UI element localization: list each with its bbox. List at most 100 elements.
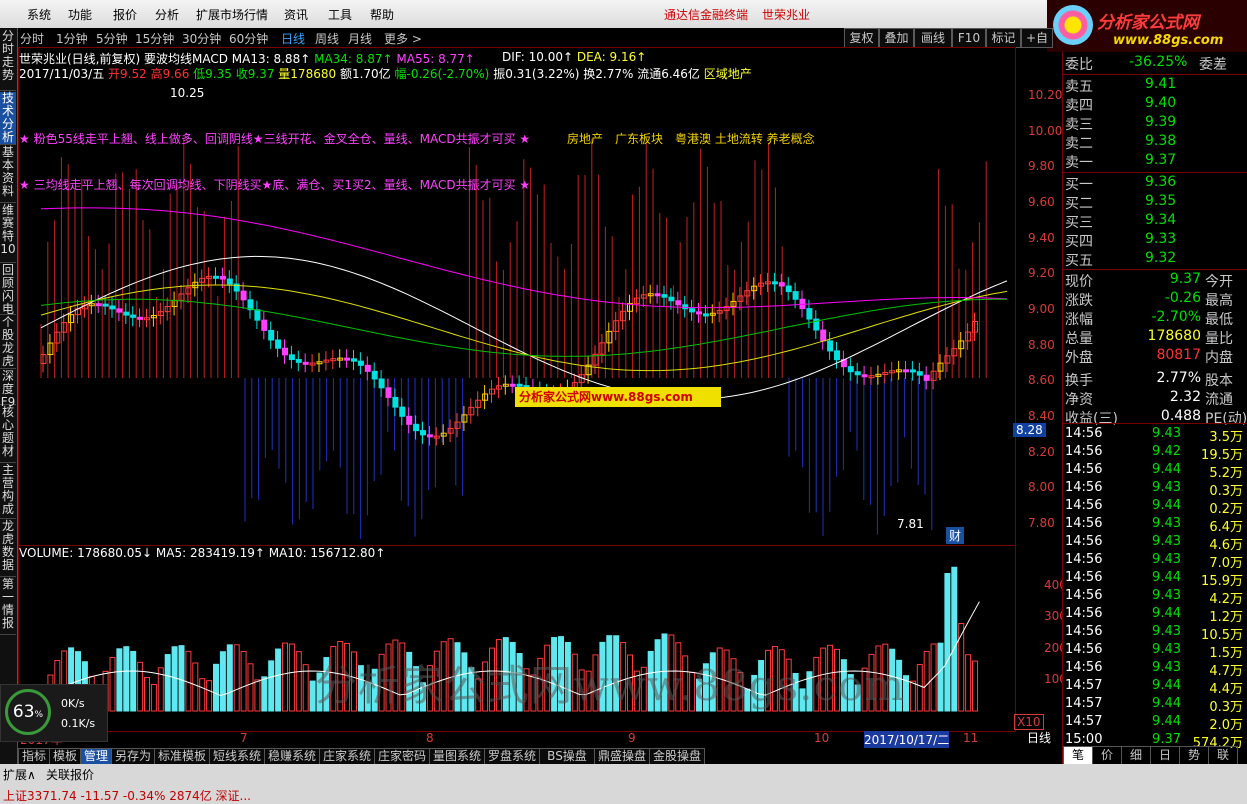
tick-volume: 5.2万 — [1209, 466, 1243, 481]
toolbar-button-1[interactable]: 叠加 — [879, 28, 914, 48]
quote-tab-5[interactable]: 联 — [1208, 746, 1238, 765]
price-tick: 8.00 — [1028, 480, 1055, 495]
candle-body — [675, 300, 682, 306]
quote-tab-1[interactable]: 价 — [1092, 746, 1122, 765]
left-tab-4[interactable]: 回顾闪电 — [0, 264, 16, 316]
tick-price: 9.42 — [1152, 444, 1181, 459]
template-tab-6[interactable]: 稳赚系统 — [264, 748, 320, 765]
template-tab-13[interactable]: 金股操盘 — [649, 748, 705, 765]
left-tab-10[interactable]: 第一情报 — [0, 578, 16, 635]
toolbar-button-3[interactable]: F10 — [952, 28, 986, 48]
date-tick: 8 — [426, 731, 434, 745]
menu-news[interactable]: 资讯 — [284, 6, 308, 23]
left-tab-7[interactable]: 核心题材 — [0, 406, 16, 463]
template-tab-10[interactable]: 罗盘系统 — [484, 748, 540, 765]
stat-label-right: 内盘 — [1205, 350, 1233, 366]
template-tab-9[interactable]: 量图系统 — [429, 748, 485, 765]
left-tab-3[interactable]: 维赛特10 — [0, 204, 16, 263]
tick-volume: 3.5万 — [1209, 430, 1243, 445]
period-tab-1[interactable]: 1分钟 — [56, 30, 88, 47]
candle-body — [916, 371, 923, 376]
bar-date: 2017/11/03/五 — [19, 67, 105, 81]
template-tab-12[interactable]: 鼎盛操盘 — [594, 748, 650, 765]
menu-help[interactable]: 帮助 — [370, 6, 394, 23]
template-tab-4[interactable]: 标准模板 — [154, 748, 210, 765]
period-label-bottom[interactable]: 日线 — [1022, 731, 1056, 746]
candle-body — [682, 304, 689, 310]
volume-bar — [958, 623, 965, 712]
highlight-date: 2017/10/17/二 — [864, 731, 950, 748]
candle-body — [661, 294, 668, 298]
ask-label: 卖二 — [1065, 136, 1093, 152]
period-tab-6[interactable]: 日线 — [281, 30, 305, 47]
bar-turnover: 换2.77% — [583, 67, 634, 81]
bar-open: 开9.52 — [108, 67, 147, 81]
menu-function[interactable]: 功能 — [68, 6, 92, 23]
candle-body — [771, 281, 778, 285]
menu-analysis[interactable]: 分析 — [155, 6, 179, 23]
expand-button[interactable]: 扩展∧ — [3, 766, 36, 783]
toolbar-button-4[interactable]: 标记 — [986, 28, 1021, 48]
price-chart[interactable]: 世荣兆业(日线,前复权) 要波均线MACD MA13: 8.88↑ MA34: … — [18, 47, 1062, 546]
weicha-label: 委差 — [1199, 57, 1227, 73]
stat-label-right: 流通 — [1205, 392, 1233, 408]
menu-extended-market[interactable]: 扩展市场行情 — [196, 6, 268, 23]
left-tab-2[interactable]: 基本资料 — [0, 146, 16, 203]
left-tab-0[interactable]: 分时走势 — [0, 30, 16, 91]
template-tab-5[interactable]: 短线系统 — [209, 748, 265, 765]
stat-label-right: PE(动) — [1205, 411, 1247, 427]
period-tab-7[interactable]: 周线 — [315, 30, 339, 47]
left-tab-1[interactable]: 技术分析 — [0, 92, 16, 145]
price-tick: 9.80 — [1028, 159, 1055, 174]
flower-logo-icon — [1053, 5, 1093, 45]
menu-quote[interactable]: 报价 — [113, 6, 137, 23]
template-tab-11[interactable]: BS操盘 — [539, 748, 595, 765]
template-tab-2[interactable]: 管理 — [80, 748, 112, 765]
volume-bar — [116, 648, 123, 712]
toolbar-button-5[interactable]: +自 — [1021, 28, 1053, 48]
period-tab-8[interactable]: 月线 — [348, 30, 372, 47]
cai-badge[interactable]: 财 — [946, 527, 965, 544]
candle-body — [47, 342, 54, 356]
period-tab-3[interactable]: 15分钟 — [135, 30, 174, 47]
period-tab-2[interactable]: 5分钟 — [96, 30, 128, 47]
ask-price: 9.41 — [1145, 76, 1177, 92]
left-tab-8[interactable]: 主营构成 — [0, 464, 16, 519]
volume-bar — [916, 664, 923, 712]
period-tab-5[interactable]: 60分钟 — [229, 30, 268, 47]
left-tab-5[interactable]: 个股龙虎 — [0, 316, 16, 369]
quote-tab-4[interactable]: 势 — [1179, 746, 1209, 765]
volume-bar — [219, 651, 226, 712]
stat-label-right: 股本 — [1205, 373, 1233, 389]
candle-body — [923, 374, 930, 381]
candle-body — [254, 309, 261, 321]
panel-divider — [1063, 269, 1247, 270]
toolbar-button-0[interactable]: 复权 — [844, 28, 879, 48]
menu-tools[interactable]: 工具 — [328, 6, 352, 23]
template-tab-0[interactable]: 指标 — [18, 748, 50, 765]
template-tab-3[interactable]: 另存为 — [111, 748, 155, 765]
period-tab-0[interactable]: 分时 — [20, 30, 44, 47]
candle-body — [689, 308, 696, 313]
quote-tab-2[interactable]: 细 — [1121, 746, 1151, 765]
panel-divider — [1063, 423, 1247, 424]
template-tab-7[interactable]: 庄家系统 — [319, 748, 375, 765]
quote-tab-0[interactable]: 笔 — [1063, 746, 1093, 765]
template-tab-8[interactable]: 庄家密码 — [374, 748, 430, 765]
template-tab-1[interactable]: 模板 — [49, 748, 81, 765]
left-tab-9[interactable]: 龙虎数据 — [0, 520, 16, 577]
stat-label: 现价 — [1065, 274, 1093, 290]
tick-time: 14:56 — [1065, 552, 1103, 567]
volume-bar — [282, 642, 288, 712]
candle-body — [792, 291, 799, 300]
period-tab-4[interactable]: 30分钟 — [182, 30, 221, 47]
candle-body — [399, 406, 406, 417]
period-tab-9[interactable]: 更多 > — [384, 30, 422, 47]
quote-tab-3[interactable]: 日 — [1150, 746, 1180, 765]
candle-body — [806, 308, 813, 320]
left-tab-6[interactable]: 深度F9 — [0, 370, 16, 409]
bid-price: 9.32 — [1145, 250, 1177, 266]
menu-system[interactable]: 系统 — [27, 6, 51, 23]
toolbar-button-2[interactable]: 画线 — [914, 28, 952, 48]
related-quote-button[interactable]: 关联报价 — [46, 766, 94, 783]
